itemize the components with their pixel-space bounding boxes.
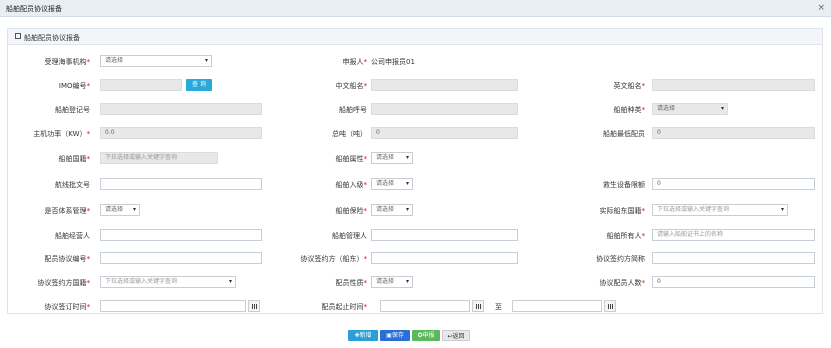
- call-sign-label: 船舶呼号: [339, 106, 367, 114]
- edit-icon: [15, 33, 21, 39]
- party-a-label: 协议签约方（船东）*: [300, 255, 368, 263]
- lifesaving-input[interactable]: 0: [652, 178, 815, 190]
- crew-count-input[interactable]: 0: [652, 276, 815, 288]
- ship-type-label: 船舶种类*: [613, 106, 646, 114]
- calendar-icon[interactable]: [472, 300, 484, 312]
- min-crew-input[interactable]: 0: [652, 127, 815, 139]
- period-end-input[interactable]: [512, 300, 602, 312]
- applicant-value: 公司申报员01: [371, 58, 415, 66]
- attribute-select[interactable]: 请选择: [371, 152, 413, 164]
- imo-label: IMO编号*: [58, 82, 90, 90]
- sign-time-input[interactable]: [100, 300, 246, 312]
- cn-name-input[interactable]: [371, 79, 518, 91]
- panel-title: 船舶配员协议报备: [24, 34, 80, 42]
- party-country-select[interactable]: 下拉选择或输入关键字查询: [100, 276, 236, 288]
- nationality-input[interactable]: 下拉选择或输入关键字查询: [100, 152, 218, 164]
- party-b-label: 协议签约方简称: [596, 255, 645, 263]
- sign-time-label: 协议签订时间*: [44, 303, 91, 311]
- crew-nature-select[interactable]: 请选择: [371, 276, 413, 288]
- power-label: 主机功率（KW）*: [33, 130, 90, 138]
- period-label: 配员起止时间*: [321, 303, 368, 311]
- maritime-org-label: 受理海事机构*: [44, 58, 91, 66]
- save-button[interactable]: ▣保存: [380, 330, 410, 341]
- back-button[interactable]: ↩返回: [442, 330, 470, 341]
- route-doc-input[interactable]: [100, 178, 262, 190]
- window-title: 船舶配员协议报备: [6, 5, 62, 13]
- period-start-input[interactable]: [380, 300, 470, 312]
- power-input[interactable]: 0.0: [100, 127, 262, 139]
- operator-label: 船舶经营人: [55, 232, 90, 240]
- in-port-label: 船舶入级*: [335, 181, 368, 189]
- shipowner-country-label: 实际船东国籍*: [599, 207, 646, 215]
- panel-header: 船舶配员协议报备: [8, 29, 822, 45]
- party-b-input[interactable]: [652, 252, 815, 264]
- applicant-label: 申报人*: [342, 58, 368, 66]
- owner-label: 船舶所有人*: [606, 232, 646, 240]
- maritime-org-select[interactable]: 请选择: [100, 55, 212, 67]
- submit-button[interactable]: ✪申报: [412, 330, 440, 341]
- attribute-label: 船舶属性*: [335, 155, 368, 163]
- insurance-select[interactable]: 请选择: [371, 204, 413, 216]
- owner-input[interactable]: 请输入船舶证书上的名称: [652, 229, 815, 241]
- cn-name-label: 中文船名*: [335, 82, 368, 90]
- party-a-input[interactable]: [371, 252, 518, 264]
- reg-no-label: 船舶登记号: [55, 106, 90, 114]
- reg-no-input[interactable]: [100, 103, 262, 115]
- tonnage-input[interactable]: 0: [371, 127, 518, 139]
- calendar-icon[interactable]: [604, 300, 616, 312]
- calendar-icon[interactable]: [248, 300, 260, 312]
- en-name-label: 英文船名*: [613, 82, 646, 90]
- nationality-label: 船舶国籍*: [58, 155, 91, 163]
- window-titlebar: 船舶配员协议报备 ×: [0, 0, 831, 17]
- agreement-no-input[interactable]: [100, 252, 262, 264]
- period-to-label: 至: [495, 303, 502, 311]
- tonnage-label: 总吨（吨）: [332, 130, 367, 138]
- party-country-label: 协议签约方国籍*: [37, 279, 91, 287]
- shipowner-country-select[interactable]: 下拉选择或输入关键字查询: [652, 204, 788, 216]
- imo-query-button[interactable]: 查 询: [186, 79, 212, 91]
- operator-input[interactable]: [100, 229, 262, 241]
- crew-nature-label: 配员性质*: [335, 279, 368, 287]
- agreement-no-label: 配员协议编号*: [44, 255, 91, 263]
- crew-count-label: 协议配员人数*: [599, 279, 646, 287]
- form-panel: 船舶配员协议报备: [7, 28, 823, 314]
- close-icon[interactable]: ×: [817, 3, 825, 13]
- system-mgmt-label: 是否体系管理*: [44, 207, 91, 215]
- route-doc-label: 航线批文号: [55, 181, 90, 189]
- en-name-input[interactable]: [652, 79, 815, 91]
- system-mgmt-select[interactable]: 请选择: [100, 204, 140, 216]
- call-sign-input[interactable]: [371, 103, 518, 115]
- imo-input[interactable]: [100, 79, 182, 91]
- in-port-select[interactable]: 请选择: [371, 178, 413, 190]
- add-button[interactable]: ✚新增: [348, 330, 378, 341]
- min-crew-label: 船舶最低配员: [603, 130, 645, 138]
- manager-input[interactable]: [371, 229, 518, 241]
- lifesaving-label: 救生设备限额: [603, 181, 645, 189]
- insurance-label: 船舶保险*: [335, 207, 368, 215]
- ship-type-select[interactable]: 请选择: [652, 103, 728, 115]
- manager-label: 船舶管理人: [332, 232, 367, 240]
